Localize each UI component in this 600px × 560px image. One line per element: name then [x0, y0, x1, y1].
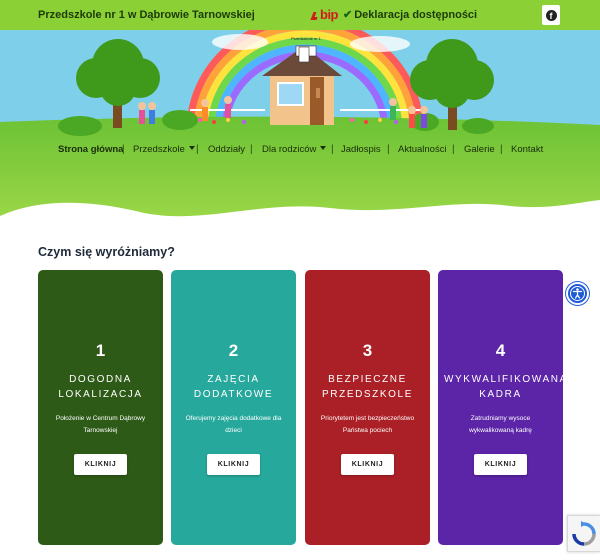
accessibility-declaration-label: Deklaracja dostępności — [354, 9, 478, 21]
card-description-line: Priorytetem jest bezpieczeństwo — [320, 415, 415, 422]
nav-item-przedszkole[interactable]: Przedszkole — [133, 144, 195, 155]
card-title-line: BEZPIECZNE — [328, 374, 407, 385]
card-description-line: Zatrudniamy wysoce — [470, 415, 531, 422]
cloud — [212, 34, 268, 50]
card-click-button[interactable]: KLIKNIJ — [341, 454, 394, 475]
card-title-line: WYKWALIFIKOWANA — [444, 374, 568, 385]
bip-mark-icon — [310, 12, 320, 20]
nav-separator: | — [250, 144, 253, 155]
bush — [58, 116, 102, 136]
accessibility-button[interactable] — [566, 282, 589, 305]
section-heading: Czym się wyróżniamy? — [38, 245, 175, 259]
facebook-button[interactable]: f — [542, 5, 560, 25]
nav-separator: | — [122, 144, 125, 155]
chevron-down-icon — [188, 146, 195, 150]
card-number: 4 — [495, 341, 506, 360]
nav-item-galerie[interactable]: Galerie — [464, 144, 495, 155]
card-description-line: wykwalikowaną kadrę — [469, 427, 532, 434]
nav-item-kontakt[interactable]: Kontakt — [511, 144, 543, 155]
card-description: Położenie w Centrum Dąbrowy Tarnowskiej — [48, 413, 153, 437]
nav-separator: | — [331, 144, 334, 155]
card-title-line: DODATKOWE — [193, 389, 274, 400]
house-sign: Przedszkole nr 1 — [291, 36, 321, 41]
card-click-button[interactable]: KLIKNIJ — [207, 454, 260, 475]
card-title: WYKWALIFIKOWANA KADRA — [444, 372, 568, 402]
card-description-line: Tarnowskiej — [83, 427, 118, 434]
card-title: DOGODNA LOKALIZACJA — [44, 372, 157, 402]
card-description-line: Państwa pociech — [342, 427, 393, 434]
nav-item-home[interactable]: Strona główna — [58, 144, 123, 155]
feature-card-activities: 2 ZAJĘCIA DODATKOWE Oferujemy zajęcia dod… — [171, 270, 296, 545]
main-navigation: Strona główna | Przedszkole | Oddziały |… — [0, 144, 600, 160]
recaptcha-icon — [572, 521, 596, 546]
bip-label: bip — [320, 7, 339, 22]
bip-logo[interactable]: bip — [310, 7, 339, 22]
bush — [162, 110, 198, 130]
card-title-line: PRZEDSZKOLE — [322, 389, 413, 400]
hero-illustration — [0, 30, 600, 245]
nav-separator: | — [500, 144, 503, 155]
card-description-line: Położenie w Centrum Dąbrowy — [55, 415, 146, 422]
card-description: Zatrudniamy wysoce wykwalikowaną kadrę — [448, 413, 553, 437]
card-title-line: LOKALIZACJA — [58, 389, 143, 400]
nav-item-dla-rodzicow[interactable]: Dla rodziców — [262, 144, 327, 155]
card-title-line: DOGODNA — [69, 374, 132, 385]
nav-item-label: Dla rodziców — [262, 144, 317, 155]
nav-separator: | — [196, 144, 199, 155]
site-title[interactable]: Przedszkole nr 1 w Dąbrowie Tarnowskiej — [38, 9, 255, 21]
cloud — [350, 36, 410, 52]
nav-item-oddzialy[interactable]: Oddziały — [208, 144, 245, 155]
accessibility-icon — [570, 286, 585, 301]
wave-divider — [0, 200, 600, 245]
card-description: Priorytetem jest bezpieczeństwo Państwa p… — [315, 413, 420, 437]
card-title-line: KADRA — [479, 389, 522, 400]
accessibility-declaration-link[interactable]: ✔ Deklaracja dostępności — [343, 8, 477, 21]
card-click-button[interactable]: KLIKNIJ — [74, 454, 127, 475]
feature-card-location: 1 DOGODNA LOKALIZACJA Położenie w Centrum… — [38, 270, 163, 545]
recaptcha-badge[interactable] — [567, 515, 600, 552]
hero-banner: Przedszkole nr 1 — [0, 30, 600, 245]
nav-separator: | — [387, 144, 390, 155]
card-description-line: dzieci — [225, 427, 242, 434]
nav-separator: | — [452, 144, 455, 155]
card-description-line: Oferujemy zajęcia dodatkowe dla — [185, 415, 282, 422]
facebook-icon: f — [545, 9, 557, 21]
feature-card-staff: 4 WYKWALIFIKOWANA KADRA Zatrudniamy wysoc… — [438, 270, 568, 545]
card-title: BEZPIECZNE PRZEDSZKOLE — [311, 372, 424, 402]
card-description: Oferujemy zajęcia dodatkowe dla dzieci — [181, 413, 286, 437]
card-number: 2 — [228, 341, 239, 360]
nav-item-label: Przedszkole — [133, 144, 185, 155]
card-number: 1 — [95, 341, 106, 360]
nav-item-aktualnosci[interactable]: Aktualności — [398, 144, 447, 155]
bush — [462, 118, 494, 134]
check-icon: ✔ — [343, 9, 353, 21]
card-number: 3 — [362, 341, 373, 360]
card-click-button[interactable]: KLIKNIJ — [474, 454, 527, 475]
top-bar: Przedszkole nr 1 w Dąbrowie Tarnowskiej … — [0, 0, 600, 30]
nav-item-jadlospis[interactable]: Jadłospis — [341, 144, 381, 155]
card-title-line: ZAJĘCIA — [207, 374, 260, 385]
card-title: ZAJĘCIA DODATKOWE — [177, 372, 290, 402]
chevron-down-icon — [320, 146, 327, 150]
feature-card-safety: 3 BEZPIECZNE PRZEDSZKOLE Priorytetem jest… — [305, 270, 430, 545]
